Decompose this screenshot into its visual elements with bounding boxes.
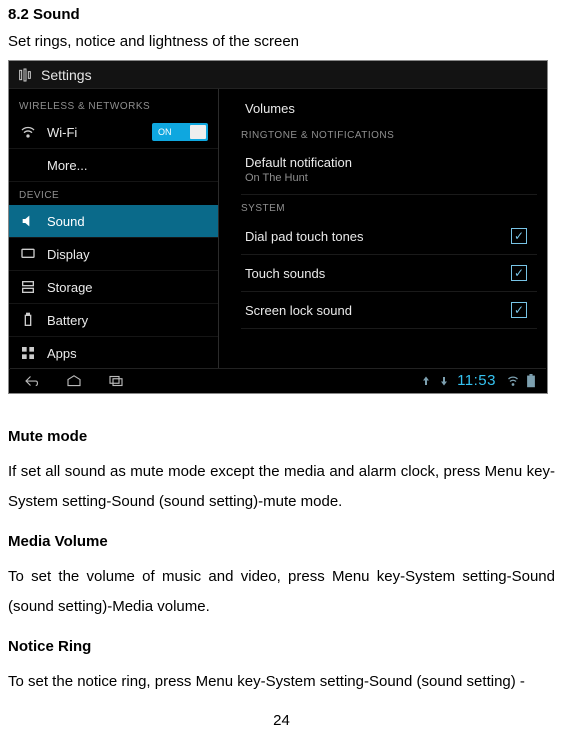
sidebar-item-apps[interactable]: Apps: [9, 337, 218, 370]
apps-icon: [19, 344, 37, 362]
storage-icon: [19, 278, 37, 296]
settings-detail-pane: Volumes RINGTONE & NOTIFICATIONS Default…: [219, 89, 547, 369]
dial-pad-checkbox[interactable]: ✓: [511, 228, 527, 244]
settings-sidebar: WIRELESS & NETWORKS Wi-Fi ON More... DEV…: [9, 89, 219, 369]
touch-sounds-label: Touch sounds: [245, 266, 511, 281]
detail-item-volumes[interactable]: Volumes: [241, 95, 537, 122]
detail-item-dial-pad[interactable]: Dial pad touch tones ✓: [241, 218, 537, 255]
default-notification-label: Default notification: [245, 155, 533, 170]
media-volume-text: To set the volume of music and video, pr…: [8, 562, 555, 622]
category-wireless: WIRELESS & NETWORKS: [9, 93, 218, 116]
apps-label: Apps: [47, 346, 208, 361]
wifi-icon: [19, 123, 37, 141]
wifi-label: Wi-Fi: [47, 125, 152, 140]
android-settings-screenshot: Settings WIRELESS & NETWORKS Wi-Fi ON Mo…: [8, 60, 548, 394]
category-device: DEVICE: [9, 182, 218, 205]
battery-icon: [19, 311, 37, 329]
more-icon: [19, 156, 37, 174]
default-notification-sub: On The Hunt: [245, 172, 533, 184]
titlebar: Settings: [9, 61, 547, 89]
sidebar-item-sound[interactable]: Sound: [9, 205, 218, 238]
status-wifi-icon: [506, 374, 520, 388]
sidebar-item-battery[interactable]: Battery: [9, 304, 218, 337]
screen-lock-label: Screen lock sound: [245, 303, 511, 318]
detail-item-default-notification[interactable]: Default notification On The Hunt: [241, 145, 537, 195]
status-clock: 11:53: [457, 372, 496, 389]
sidebar-item-accounts[interactable]: Accounts & sync: [9, 393, 218, 394]
detail-item-touch-sounds[interactable]: Touch sounds ✓: [241, 255, 537, 292]
wifi-toggle[interactable]: ON: [152, 123, 208, 141]
sound-label: Sound: [47, 214, 208, 229]
display-icon: [19, 245, 37, 263]
touch-sounds-checkbox[interactable]: ✓: [511, 265, 527, 281]
volumes-label: Volumes: [245, 101, 533, 116]
status-battery-icon: [524, 374, 538, 388]
status-download-icon: [437, 374, 451, 388]
sidebar-item-wifi[interactable]: Wi-Fi ON: [9, 116, 218, 149]
screen-lock-checkbox[interactable]: ✓: [511, 302, 527, 318]
intro-text: Set rings, notice and lightness of the s…: [8, 33, 555, 50]
detail-item-screen-lock[interactable]: Screen lock sound ✓: [241, 292, 537, 329]
nav-recent-button[interactable]: [102, 372, 130, 390]
media-volume-heading: Media Volume: [8, 533, 555, 550]
system-navbar: 11:53: [10, 368, 546, 392]
nav-home-button[interactable]: [60, 372, 88, 390]
mute-mode-text: If set all sound as mute mode except the…: [8, 457, 555, 517]
section-heading: 8.2 Sound: [8, 6, 555, 23]
document-body-after-screenshot: Mute mode If set all sound as mute mode …: [8, 428, 555, 697]
sidebar-item-more[interactable]: More...: [9, 149, 218, 182]
display-label: Display: [47, 247, 208, 262]
sidebar-item-display[interactable]: Display: [9, 238, 218, 271]
notice-ring-text: To set the notice ring, press Menu key-S…: [8, 667, 555, 697]
category-ringtone: RINGTONE & NOTIFICATIONS: [241, 130, 537, 141]
sidebar-item-storage[interactable]: Storage: [9, 271, 218, 304]
notice-ring-heading: Notice Ring: [8, 638, 555, 655]
page-number: 24: [0, 712, 563, 729]
category-system: SYSTEM: [241, 203, 537, 214]
sound-icon: [19, 212, 37, 230]
dial-pad-label: Dial pad touch tones: [245, 229, 511, 244]
more-label: More...: [47, 158, 208, 173]
titlebar-label: Settings: [41, 67, 92, 83]
battery-label: Battery: [47, 313, 208, 328]
mute-mode-heading: Mute mode: [8, 428, 555, 445]
nav-back-button[interactable]: [18, 372, 46, 390]
storage-label: Storage: [47, 280, 208, 295]
settings-icon: [17, 67, 33, 83]
status-upload-icon: [419, 374, 433, 388]
